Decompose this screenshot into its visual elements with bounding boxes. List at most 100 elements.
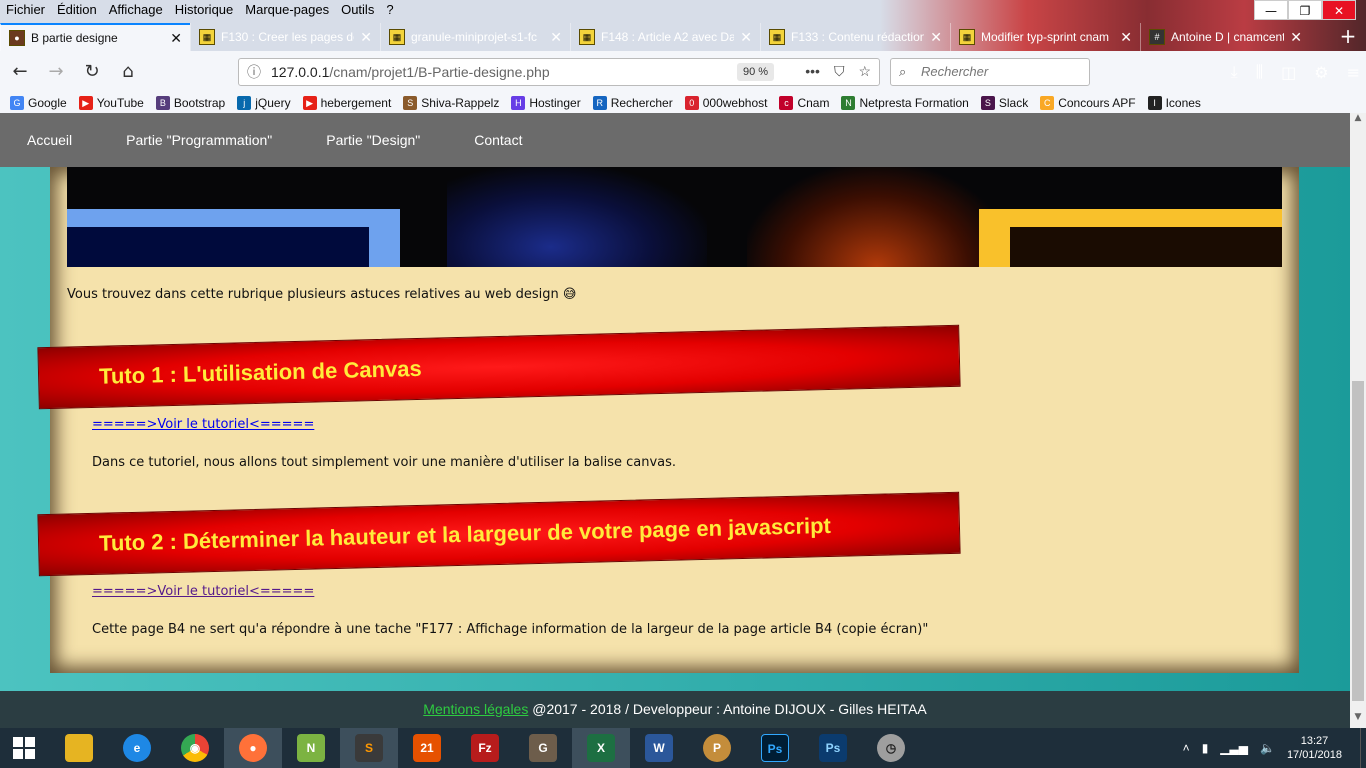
tutorial-2-link[interactable]: =====>Voir le tutoriel<===== <box>92 584 314 599</box>
menu-fichier[interactable]: Fichier <box>0 0 51 20</box>
menu-marque-pages[interactable]: Marque-pages <box>239 0 335 20</box>
taskbar-chrome[interactable]: ◉ <box>166 728 224 768</box>
hamburger-menu-icon[interactable]: ≡ <box>1347 63 1360 82</box>
taskbar-excel[interactable]: X <box>572 728 630 768</box>
tab-antoine-d[interactable]: # Antoine D | cnamcentre ✕ <box>1140 23 1310 51</box>
tab-f148[interactable]: ▦ F148 : Article A2 avec Da ✕ <box>570 23 760 51</box>
taskbar-firefox[interactable]: ● <box>224 728 282 768</box>
show-desktop-button[interactable] <box>1360 728 1366 768</box>
paint-palette-icon: P <box>703 734 731 762</box>
menu-help[interactable]: ? <box>380 0 399 20</box>
bookmark-netpresta[interactable]: N Netpresta Formation <box>841 96 969 110</box>
url-bar[interactable]: ⓘ 127.0.0.1/cnam/projet1/B-Partie-design… <box>238 58 880 86</box>
taskbar-clock-app[interactable]: ◷ <box>862 728 920 768</box>
bookmark-hebergement[interactable]: ▶ hebergement <box>302 96 391 110</box>
taskbar-word[interactable]: W <box>630 728 688 768</box>
forward-arrow-icon[interactable]: → <box>40 56 72 88</box>
menu-affichage[interactable]: Affichage <box>103 0 169 20</box>
download-icon[interactable]: ⤓ <box>1231 62 1238 82</box>
tab-title: F133 : Contenu rédaction <box>791 30 925 44</box>
mentions-legales-link[interactable]: Mentions légales <box>423 701 528 717</box>
close-window-button[interactable]: ✕ <box>1322 0 1356 20</box>
extension-icon[interactable]: ⚙ <box>1314 63 1328 82</box>
menu-edition[interactable]: Édition <box>51 0 103 20</box>
bookmark-slack[interactable]: S Slack <box>980 96 1028 110</box>
scroll-up-arrow-icon[interactable]: ▲ <box>1350 113 1366 129</box>
tab-modifier-typ-sprint[interactable]: ▦ Modifier typ-sprint cnam ✕ <box>950 23 1140 51</box>
maximize-button[interactable]: ❐ <box>1288 0 1322 20</box>
tray-network-icon[interactable]: ▁▃▅ <box>1220 741 1248 755</box>
youtube-icon: ▶ <box>78 96 93 110</box>
menu-historique[interactable]: Historique <box>169 0 240 20</box>
pocket-icon[interactable]: ⛉ <box>834 63 845 80</box>
nav-contact[interactable]: Contact <box>474 132 522 148</box>
start-button[interactable] <box>0 728 48 768</box>
bookmark-star-icon[interactable]: ☆ <box>858 63 871 80</box>
menu-outils[interactable]: Outils <box>335 0 380 20</box>
bookmark-rechercher[interactable]: R Rechercher <box>592 96 673 110</box>
bookmark-jquery[interactable]: j jQuery <box>237 96 291 110</box>
scroll-down-arrow-icon[interactable]: ▼ <box>1350 712 1366 728</box>
taskbar-photoshop-2[interactable]: Ps <box>804 728 862 768</box>
tab-title: F148 : Article A2 avec Da <box>601 30 735 44</box>
taskbar-photoshop[interactable]: Ps <box>746 728 804 768</box>
tab-close-icon[interactable]: ✕ <box>1290 29 1302 46</box>
nav-partie-programmation[interactable]: Partie "Programmation" <box>126 132 272 148</box>
zoom-level-badge[interactable]: 90 % <box>737 63 775 81</box>
icones-icon: I <box>1147 96 1162 110</box>
tab-f133[interactable]: ▦ F133 : Contenu rédaction ✕ <box>760 23 950 51</box>
taskbar-file-explorer[interactable] <box>50 728 108 768</box>
back-arrow-icon[interactable]: ← <box>4 56 36 88</box>
tab-close-icon[interactable]: ✕ <box>550 29 562 46</box>
tab-close-icon[interactable]: ✕ <box>360 29 372 46</box>
bookmark-icones[interactable]: I Icones <box>1147 96 1201 110</box>
search-input[interactable]: ⌕ Rechercher <box>890 58 1090 86</box>
window-controls: — ❐ ✕ <box>1254 0 1356 20</box>
taskbar-app-21[interactable]: 21 <box>398 728 456 768</box>
bookmark-hostinger[interactable]: H Hostinger <box>511 96 581 110</box>
page-actions-icon[interactable]: ••• <box>805 63 820 80</box>
taskbar-sublime-text[interactable]: S <box>340 728 398 768</box>
tray-battery-icon[interactable]: ▮ <box>1202 741 1209 755</box>
bookmark-shiva-rappelz[interactable]: S Shiva-Rappelz <box>403 96 499 110</box>
tab-f130[interactable]: ▦ F130 : Creer les pages de ✕ <box>190 23 380 51</box>
tab-b-partie-designe[interactable]: ● B partie designe ✕ <box>0 23 190 51</box>
nav-partie-design[interactable]: Partie "Design" <box>326 132 420 148</box>
tab-title: B partie designe <box>31 31 118 45</box>
bookmark-concours-apf[interactable]: C Concours APF <box>1040 96 1136 110</box>
url-path: /cnam/projet1/B-Partie-designe.php <box>329 64 550 80</box>
cnam-icon: c <box>779 96 794 110</box>
new-tab-button[interactable]: + <box>1330 23 1366 51</box>
search-page-icon: R <box>592 96 607 110</box>
taskbar-notepad-plus[interactable]: N <box>282 728 340 768</box>
taskbar-filezilla[interactable]: Fz <box>456 728 514 768</box>
page-scrollbar[interactable]: ▲ ▼ <box>1350 113 1366 728</box>
tab-granule[interactable]: ▦ granule-miniprojet-s1-fc ✕ <box>380 23 570 51</box>
taskbar-clock[interactable]: 13:27 17/01/2018 <box>1287 734 1342 762</box>
tab-close-icon[interactable]: ✕ <box>170 30 182 47</box>
taskbar-internet-explorer[interactable]: e <box>108 728 166 768</box>
reload-icon[interactable]: ↻ <box>76 56 108 88</box>
nav-accueil[interactable]: Accueil <box>27 132 72 148</box>
tutorial-1-link[interactable]: =====>Voir le tutoriel<===== <box>92 417 314 432</box>
tray-volume-icon[interactable]: 🔈 <box>1260 741 1275 755</box>
sidebar-icon[interactable]: ◫ <box>1281 63 1296 82</box>
bookmark-youtube[interactable]: ▶ YouTube <box>78 96 144 110</box>
bookmark-google[interactable]: G Google <box>10 96 67 110</box>
bookmark-bootstrap[interactable]: B Bootstrap <box>155 96 225 110</box>
minimize-button[interactable]: — <box>1254 0 1288 20</box>
tab-close-icon[interactable]: ✕ <box>1120 29 1132 46</box>
library-icon[interactable]: ⫼ <box>1256 62 1263 82</box>
tab-close-icon[interactable]: ✕ <box>930 29 942 46</box>
bookmark-000webhost[interactable]: 0 000webhost <box>684 96 767 110</box>
tab-close-icon[interactable]: ✕ <box>740 29 752 46</box>
taskbar-paint[interactable]: P <box>688 728 746 768</box>
photoshop-icon: Ps <box>761 734 789 762</box>
bookmark-cnam[interactable]: c Cnam <box>779 96 829 110</box>
tray-chevron-up-icon[interactable]: ˄ <box>1183 741 1190 755</box>
taskbar-gimp[interactable]: G <box>514 728 572 768</box>
home-icon[interactable]: ⌂ <box>112 56 144 88</box>
internet-explorer-icon: e <box>123 734 151 762</box>
site-info-icon[interactable]: ⓘ <box>247 62 261 82</box>
scrollbar-thumb[interactable] <box>1352 381 1364 701</box>
